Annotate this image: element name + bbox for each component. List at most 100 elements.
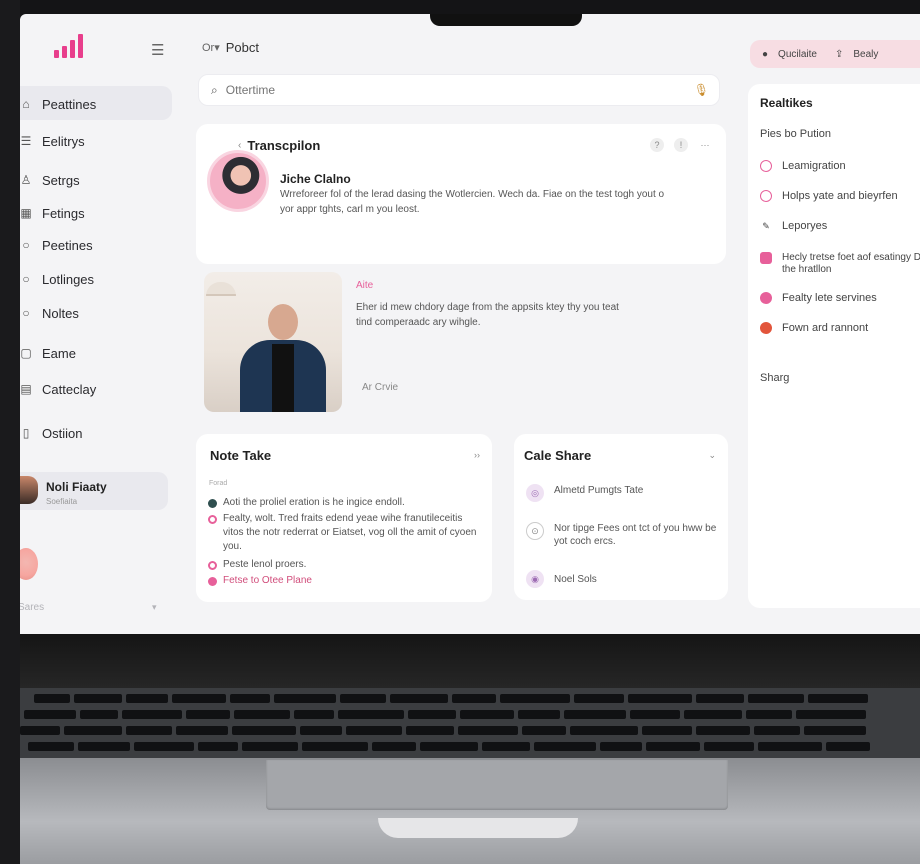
sidebar-item-4[interactable]: ▦ Fetings	[20, 198, 84, 228]
sidebar: ☰ ⌂ Peattines ☰ Eelitrys ♙ Setrgs ▦ Fetings …	[20, 14, 180, 634]
sidebar-item-5[interactable]: ○ Peetines	[20, 230, 93, 260]
key-row	[28, 742, 870, 751]
doc-icon: ▯	[22, 426, 30, 440]
list-icon: ☰	[20, 134, 32, 148]
panel-item-text: Hecly tretse foet aof esatingy Ds the hr…	[782, 252, 920, 275]
info-icon[interactable]: ?	[650, 138, 664, 152]
share-icon: ⇪	[834, 48, 844, 60]
transcription-tools: ? ! ···	[650, 138, 712, 152]
sidebar-item-7[interactable]: ○ Noltes	[20, 298, 78, 328]
note-item[interactable]: Fealty, wolt. Tred fraits edend yeae wih…	[208, 512, 478, 554]
share-title: Cale Share	[524, 448, 592, 463]
panel-item[interactable]: Fealty lete servines	[760, 292, 920, 304]
laptop-scene: ☰ ⌂ Peattines ☰ Eelitrys ♙ Setrgs ▦ Fetings …	[0, 0, 920, 864]
panel-item-text: Leporyes	[782, 220, 828, 232]
bullet-icon	[208, 561, 217, 570]
share-item[interactable]: ⊙ Nor tipge Fees ont tct of you hww be yo…	[526, 522, 722, 548]
panel-item[interactable]: Hecly tretse foet aof esatingy Ds the hr…	[760, 252, 920, 276]
sidebar-item-9[interactable]: ▤ Catteclay	[20, 374, 96, 404]
badge-icon	[760, 292, 772, 304]
share-card: Cale Share ⌄ ◎ Almetd Pumgts Tate ⊙ Nor ti…	[514, 434, 728, 600]
profile-name: Noli Fiaaty	[46, 480, 107, 494]
key-row	[34, 694, 868, 703]
search-bar[interactable]: ⌕ 🎙	[198, 74, 720, 106]
screen-bezel	[20, 634, 920, 688]
sidebar-item-label: Eelitrys	[42, 133, 85, 149]
panel-item-text: Fealty lete servines	[782, 292, 877, 304]
secondary-action-button[interactable]: Bealy	[853, 49, 878, 60]
key-row	[20, 726, 866, 735]
badge-icon	[760, 322, 772, 334]
transcription-title: Transcpilon	[247, 138, 321, 153]
search-input[interactable]	[225, 83, 666, 97]
note-subtitle: Forad	[209, 480, 228, 487]
topbar: Or▾ Pobct	[202, 40, 259, 55]
search-icon: ○	[22, 306, 30, 320]
sidebar-item-1[interactable]: ⌂ Peattines	[20, 89, 96, 119]
share-item[interactable]: ◉ Noel Sols	[526, 570, 722, 588]
panel-footer[interactable]: Sharg	[760, 372, 789, 384]
front-notch	[378, 818, 578, 838]
keyboard	[20, 688, 920, 758]
search-icon: ⌕	[211, 82, 218, 97]
primary-action-button[interactable]: Qucilaite	[778, 49, 817, 60]
pencil-icon: ✎	[762, 221, 770, 231]
avatar[interactable]	[20, 476, 38, 504]
chevron-down-icon[interactable]: ⌄	[708, 450, 716, 461]
share-item-icon: ◎	[526, 484, 544, 502]
trackpad[interactable]	[266, 760, 728, 810]
user-icon: ♙	[20, 173, 32, 187]
avatar[interactable]	[20, 548, 38, 580]
alt-tag[interactable]: Ar Crvie	[362, 382, 398, 393]
sidebar-item-label: Peetines	[42, 237, 93, 253]
panel-item[interactable]: ✎ Leporyes	[760, 220, 920, 232]
panel-item[interactable]: Fown ard rannont	[760, 322, 920, 334]
chevron-down-icon[interactable]: ▾	[152, 602, 157, 613]
panel-item[interactable]: Holps yate and bieyrfen	[760, 190, 920, 202]
page-title: Pobct	[225, 40, 259, 55]
camera-notch	[430, 14, 582, 26]
transcription-card: ‹ Transcpilon ? ! ··· Jiche Clalno Wrref…	[196, 124, 726, 264]
note-take-card: Note Take ›› Forad Aoti the proliel erat…	[196, 434, 492, 602]
note-item-text: Peste lenol proers.	[223, 559, 307, 570]
microphone-icon[interactable]: 🎙	[694, 83, 709, 97]
sidebar-footer-item[interactable]: Sares	[20, 602, 44, 613]
transcription-header: ‹ Transcpilon	[238, 138, 320, 153]
chevron-right-icon[interactable]: ››	[474, 450, 480, 460]
share-item[interactable]: ◎ Almetd Pumgts Tate	[526, 484, 722, 502]
hamburger-icon[interactable]: ☰	[151, 41, 164, 59]
pin-icon[interactable]: !	[674, 138, 688, 152]
panel-title: Realtikes	[760, 96, 813, 110]
sidebar-item-6[interactable]: ○ Lotlinges	[20, 264, 94, 294]
bullet-icon	[208, 499, 217, 508]
panel-subtitle: Pies bo Pution	[760, 128, 831, 140]
sidebar-item-3[interactable]: ♙ Setrgs	[20, 165, 80, 195]
person-shirt	[272, 344, 294, 412]
clock-icon: ⊙	[526, 522, 544, 540]
sidebar-item-10[interactable]: ▯ Ostiion	[20, 418, 83, 448]
key-row	[24, 710, 866, 719]
calendar-icon: ▦	[20, 206, 32, 220]
more-icon[interactable]: ···	[698, 138, 712, 152]
action-pill: ● Qucilaite ⇪ Bealy	[750, 40, 920, 68]
note-item[interactable]: Aoti the proliel eration is he ingice en…	[208, 496, 478, 510]
app-logo[interactable]	[54, 34, 83, 58]
sidebar-item-8[interactable]: ▢ Eame	[20, 338, 76, 368]
speaker-name: Jiche Clalno	[280, 172, 351, 186]
panel-item[interactable]: Leamigration	[760, 160, 920, 172]
panel-item-text: Fown ard rannont	[782, 322, 869, 334]
profile-subtitle: Soefiaita	[46, 497, 78, 506]
background-edge	[0, 0, 20, 864]
sidebar-item-label: Ostiion	[42, 425, 83, 441]
folder-icon: ▢	[20, 346, 32, 360]
sidebar-item-label: Catteclay	[42, 381, 97, 397]
share-item-text: Noel Sols	[554, 574, 597, 585]
sidebar-item-2[interactable]: ☰ Eelitrys	[20, 126, 85, 156]
note-item[interactable]: Peste lenol proers.	[208, 558, 478, 572]
note-item[interactable]: Fetse to Otee Plane	[208, 574, 478, 588]
share-item-text: Almetd Pumgts Tate	[554, 485, 644, 496]
person-head	[268, 304, 298, 340]
language-selector[interactable]: Or▾	[202, 41, 220, 54]
search-icon: ○	[22, 272, 30, 286]
grid-icon: ▤	[20, 382, 32, 396]
